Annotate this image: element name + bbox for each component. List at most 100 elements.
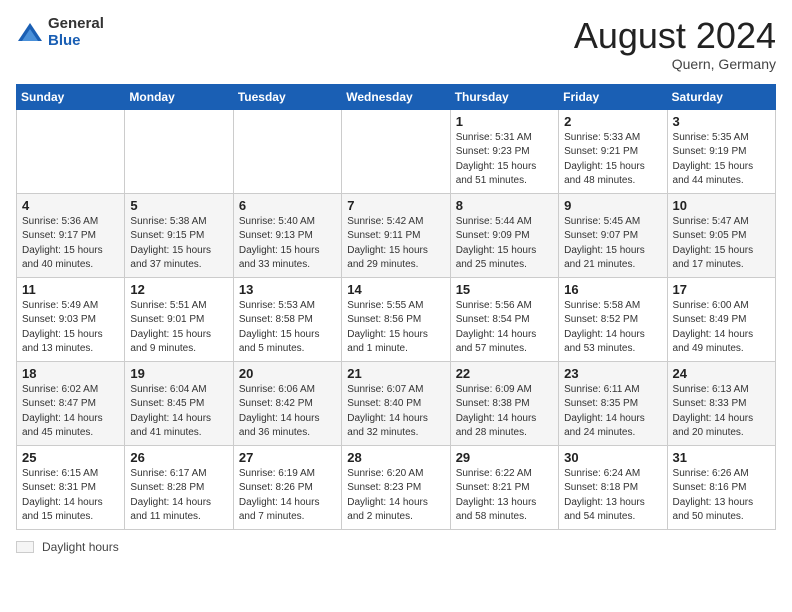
day-number: 7 [347,198,444,213]
day-header: Tuesday [233,84,341,109]
day-number: 31 [673,450,770,465]
calendar-cell: 31 Sunrise: 6:26 AM Sunset: 8:16 PM Dayli… [667,445,775,529]
day-info: Sunrise: 5:51 AM Sunset: 9:01 PM Dayligh… [130,299,227,357]
calendar-header: SundayMondayTuesdayWednesdayThursdayFrid… [17,84,776,109]
day-info: Sunrise: 5:35 AM Sunset: 9:19 PM Dayligh… [673,131,770,189]
calendar-week-row: 1Sunrise: 5:31 AM Sunset: 9:23 PM Daylig… [17,109,776,193]
day-number: 28 [347,450,444,465]
month-year: August 2024 [574,16,776,56]
day-info: Sunrise: 5:42 AM Sunset: 9:11 PM Dayligh… [347,215,444,273]
calendar-cell: 3 Sunrise: 5:35 AM Sunset: 9:19 PM Daylig… [667,109,775,193]
day-header: Friday [559,84,667,109]
logo: General Blue [16,16,104,49]
calendar-cell: 25 Sunrise: 6:15 AM Sunset: 8:31 PM Dayli… [17,445,125,529]
day-number: 1 [456,114,553,129]
calendar-cell: 26Sunrise: 6:17 AM Sunset: 8:28 PM Dayli… [125,445,233,529]
calendar-cell: 17 Sunrise: 6:00 AM Sunset: 8:49 PM Dayli… [667,277,775,361]
day-number: 17 [673,282,770,297]
day-info: Sunrise: 5:40 AM Sunset: 9:13 PM Dayligh… [239,215,336,273]
day-number: 24 [673,366,770,381]
day-number: 11 [22,282,119,297]
day-number: 18 [22,366,119,381]
page-header: General Blue August 2024 Quern, Germany [16,16,776,72]
calendar-cell: 27 Sunrise: 6:19 AM Sunset: 8:26 PM Dayli… [233,445,341,529]
day-number: 16 [564,282,661,297]
day-header: Monday [125,84,233,109]
calendar-cell [233,109,341,193]
day-info: Sunrise: 5:33 AM Sunset: 9:21 PM Dayligh… [564,131,661,189]
day-info: Sunrise: 6:13 AM Sunset: 8:33 PM Dayligh… [673,383,770,441]
calendar-cell: 18 Sunrise: 6:02 AM Sunset: 8:47 PM Dayli… [17,361,125,445]
day-number: 25 [22,450,119,465]
day-number: 23 [564,366,661,381]
calendar-week-row: 11Sunrise: 5:49 AM Sunset: 9:03 PM Dayli… [17,277,776,361]
calendar-cell: 7 Sunrise: 5:42 AM Sunset: 9:11 PM Daylig… [342,193,450,277]
header-row: SundayMondayTuesdayWednesdayThursdayFrid… [17,84,776,109]
day-info: Sunrise: 5:38 AM Sunset: 9:15 PM Dayligh… [130,215,227,273]
day-info: Sunrise: 6:15 AM Sunset: 8:31 PM Dayligh… [22,467,119,525]
calendar-cell [125,109,233,193]
day-number: 22 [456,366,553,381]
day-info: Sunrise: 6:04 AM Sunset: 8:45 PM Dayligh… [130,383,227,441]
calendar-cell [17,109,125,193]
logo-icon [16,19,44,47]
location: Quern, Germany [574,56,776,72]
calendar-cell: 1Sunrise: 5:31 AM Sunset: 9:23 PM Daylig… [450,109,558,193]
day-info: Sunrise: 5:58 AM Sunset: 8:52 PM Dayligh… [564,299,661,357]
day-info: Sunrise: 6:09 AM Sunset: 8:38 PM Dayligh… [456,383,553,441]
day-number: 6 [239,198,336,213]
calendar-cell: 24 Sunrise: 6:13 AM Sunset: 8:33 PM Dayli… [667,361,775,445]
day-number: 13 [239,282,336,297]
day-info: Sunrise: 6:24 AM Sunset: 8:18 PM Dayligh… [564,467,661,525]
logo-general: General [48,16,104,33]
logo-blue: Blue [48,33,104,50]
day-header: Thursday [450,84,558,109]
day-number: 10 [673,198,770,213]
day-info: Sunrise: 6:00 AM Sunset: 8:49 PM Dayligh… [673,299,770,357]
day-number: 14 [347,282,444,297]
calendar-week-row: 4 Sunrise: 5:36 AM Sunset: 9:17 PM Daylig… [17,193,776,277]
calendar-cell: 28 Sunrise: 6:20 AM Sunset: 8:23 PM Dayli… [342,445,450,529]
calendar-cell: 11Sunrise: 5:49 AM Sunset: 9:03 PM Dayli… [17,277,125,361]
calendar-cell: 15Sunrise: 5:56 AM Sunset: 8:54 PM Dayli… [450,277,558,361]
day-number: 3 [673,114,770,129]
calendar-cell: 12Sunrise: 5:51 AM Sunset: 9:01 PM Dayli… [125,277,233,361]
day-info: Sunrise: 5:36 AM Sunset: 9:17 PM Dayligh… [22,215,119,273]
calendar-cell: 22 Sunrise: 6:09 AM Sunset: 8:38 PM Dayli… [450,361,558,445]
calendar-cell: 30Sunrise: 6:24 AM Sunset: 8:18 PM Dayli… [559,445,667,529]
logo-text: General Blue [48,16,104,49]
footer: Daylight hours [16,540,776,554]
day-info: Sunrise: 5:55 AM Sunset: 8:56 PM Dayligh… [347,299,444,357]
day-info: Sunrise: 6:11 AM Sunset: 8:35 PM Dayligh… [564,383,661,441]
calendar-cell [342,109,450,193]
day-number: 26 [130,450,227,465]
day-number: 21 [347,366,444,381]
calendar-week-row: 18 Sunrise: 6:02 AM Sunset: 8:47 PM Dayli… [17,361,776,445]
title-block: August 2024 Quern, Germany [574,16,776,72]
day-info: Sunrise: 5:47 AM Sunset: 9:05 PM Dayligh… [673,215,770,273]
calendar-cell: 13 Sunrise: 5:53 AM Sunset: 8:58 PM Dayli… [233,277,341,361]
day-number: 19 [130,366,227,381]
day-info: Sunrise: 6:26 AM Sunset: 8:16 PM Dayligh… [673,467,770,525]
day-info: Sunrise: 5:44 AM Sunset: 9:09 PM Dayligh… [456,215,553,273]
calendar-cell: 4 Sunrise: 5:36 AM Sunset: 9:17 PM Daylig… [17,193,125,277]
day-number: 27 [239,450,336,465]
day-number: 29 [456,450,553,465]
day-info: Sunrise: 6:02 AM Sunset: 8:47 PM Dayligh… [22,383,119,441]
day-header: Sunday [17,84,125,109]
day-info: Sunrise: 5:56 AM Sunset: 8:54 PM Dayligh… [456,299,553,357]
calendar-cell: 9Sunrise: 5:45 AM Sunset: 9:07 PM Daylig… [559,193,667,277]
day-info: Sunrise: 5:53 AM Sunset: 8:58 PM Dayligh… [239,299,336,357]
daylight-label: Daylight hours [42,540,119,554]
day-info: Sunrise: 5:45 AM Sunset: 9:07 PM Dayligh… [564,215,661,273]
calendar-cell: 14 Sunrise: 5:55 AM Sunset: 8:56 PM Dayli… [342,277,450,361]
day-info: Sunrise: 6:19 AM Sunset: 8:26 PM Dayligh… [239,467,336,525]
day-number: 4 [22,198,119,213]
day-header: Wednesday [342,84,450,109]
day-info: Sunrise: 6:07 AM Sunset: 8:40 PM Dayligh… [347,383,444,441]
daylight-box [16,541,34,553]
calendar-cell: 23 Sunrise: 6:11 AM Sunset: 8:35 PM Dayli… [559,361,667,445]
day-info: Sunrise: 6:20 AM Sunset: 8:23 PM Dayligh… [347,467,444,525]
calendar-cell: 29Sunrise: 6:22 AM Sunset: 8:21 PM Dayli… [450,445,558,529]
calendar: SundayMondayTuesdayWednesdayThursdayFrid… [16,84,776,530]
